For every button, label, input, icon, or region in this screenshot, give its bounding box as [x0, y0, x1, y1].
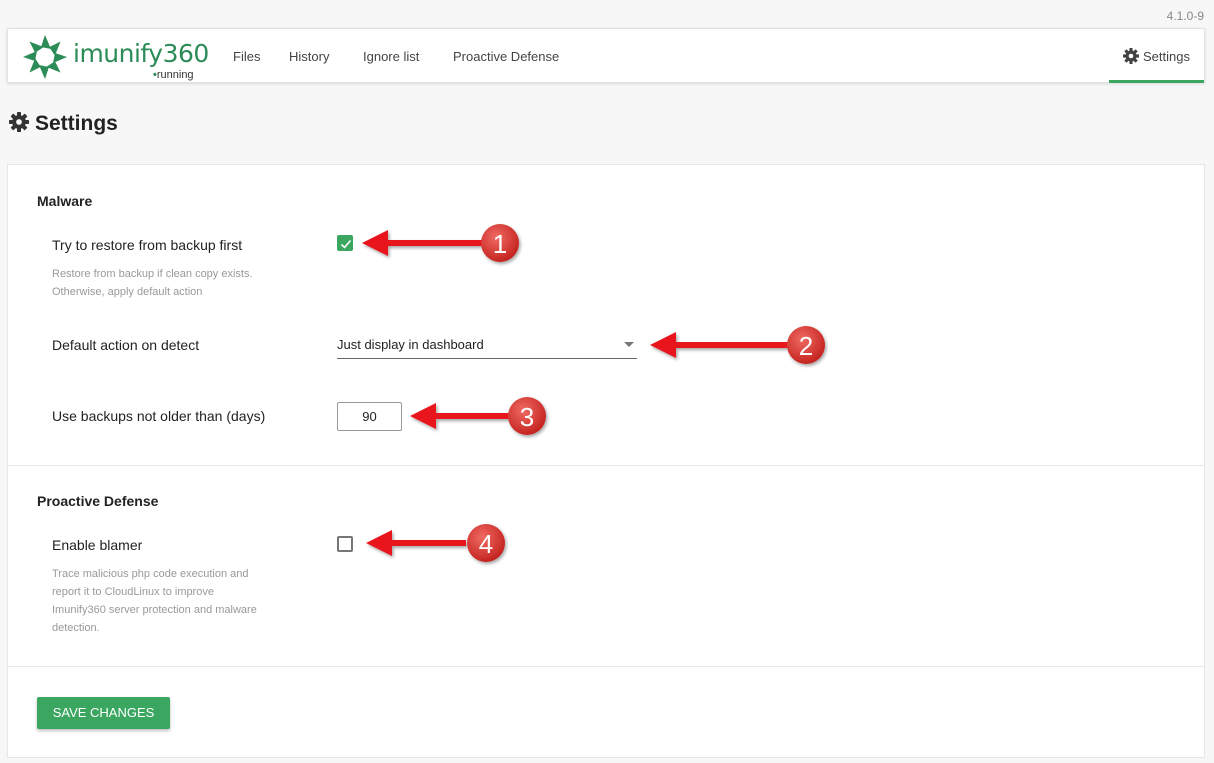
version-label: 4.1.0-9	[1166, 9, 1204, 23]
gear-icon	[9, 112, 29, 132]
backup-age-input[interactable]: 90	[337, 402, 402, 431]
default-action-value: Just display in dashboard	[337, 337, 484, 352]
section-divider	[8, 465, 1204, 466]
section-title-proactive-defense: Proactive Defense	[37, 493, 159, 509]
logo-mark-icon	[23, 35, 67, 79]
nav-settings-label: Settings	[1143, 49, 1190, 64]
nav-settings[interactable]: Settings	[1109, 29, 1204, 83]
default-action-label: Default action on detect	[52, 337, 200, 353]
top-navbar: imunify360 •running Files History Ignore…	[7, 28, 1205, 83]
default-action-select[interactable]: Just display in dashboard	[337, 335, 637, 359]
section-divider	[8, 666, 1204, 667]
status-indicator: •running	[153, 69, 194, 81]
nav-proactive-defense[interactable]: Proactive Defense	[453, 29, 559, 84]
nav-ignore-list[interactable]: Ignore list	[363, 29, 419, 84]
imunify-logo[interactable]: imunify360 •running	[21, 33, 211, 81]
page-title-text: Settings	[35, 112, 118, 135]
save-changes-button[interactable]: SAVE CHANGES	[37, 697, 170, 729]
nav-files[interactable]: Files	[233, 29, 260, 84]
restore-backup-description: Restore from backup if clean copy exists…	[52, 268, 253, 298]
restore-backup-label: Try to restore from backup first	[52, 237, 243, 253]
restore-backup-checkbox[interactable]	[337, 235, 353, 251]
caret-down-icon	[624, 342, 634, 347]
check-icon	[340, 239, 352, 249]
backup-age-label: Use backups not older than (days)	[52, 408, 266, 424]
settings-panel: Malware Try to restore from backup first…	[7, 164, 1205, 758]
enable-blamer-label: Enable blamer	[52, 537, 143, 553]
status-text: running	[156, 69, 194, 81]
logo-text: imunify360	[73, 39, 209, 68]
enable-blamer-checkbox[interactable]	[337, 536, 353, 552]
gear-icon	[1123, 48, 1139, 64]
nav-history[interactable]: History	[289, 29, 329, 84]
section-title-malware: Malware	[37, 193, 93, 209]
enable-blamer-description: Trace malicious php code execution and r…	[52, 568, 257, 634]
page-title: Settings	[9, 112, 118, 136]
